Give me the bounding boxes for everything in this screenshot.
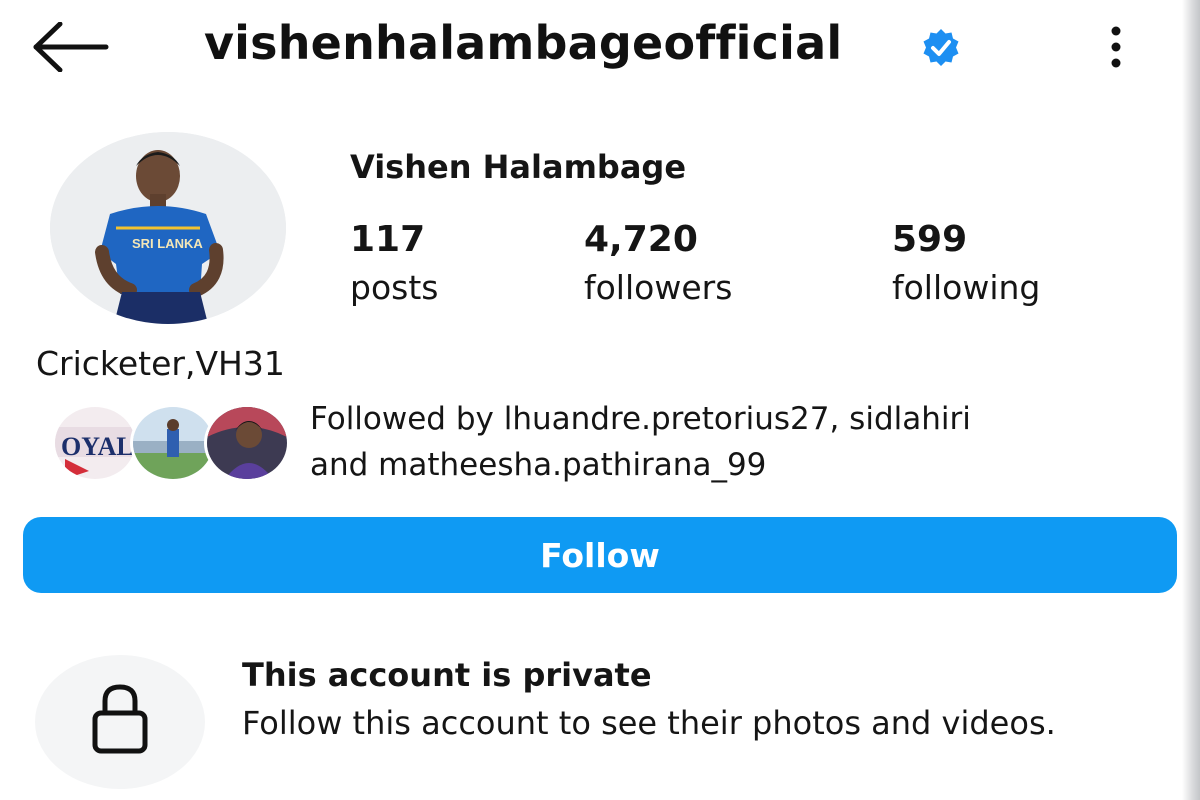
follow-button[interactable]: Follow [23,517,1177,593]
profile-username: vishenhalambageofficial [204,16,843,70]
followed-by-text[interactable]: Followed by lhuandre.pretorius27, sidlah… [310,396,1180,488]
profile-bio: Cricketer,VH31 [36,344,285,383]
arrow-left-icon [33,21,109,73]
following-stat[interactable]: 599 following [892,216,1040,312]
following-count: 599 [892,219,968,260]
svg-text:OYALS: OYALS [61,432,135,461]
profile-avatar[interactable]: SRI LANKA [50,132,286,324]
posts-label: posts [350,268,439,307]
private-account-description: Follow this account to see their photos … [242,704,1056,742]
mutual-followers-avatars[interactable]: OYALS [52,404,290,482]
edge-strip [1182,0,1200,800]
followers-label: followers [584,268,733,307]
profile-full-name: Vishen Halambage [350,148,687,186]
lock-icon-container [35,655,205,789]
svg-text:SRI LANKA: SRI LANKA [132,236,203,251]
verified-badge-icon [920,27,962,69]
back-button[interactable] [30,21,112,73]
posts-count: 117 [350,219,426,260]
followed-by-line: and matheesha.pathirana_99 [310,447,767,483]
followers-count: 4,720 [584,219,698,260]
following-label: following [892,268,1041,307]
posts-stat[interactable]: 117 posts [350,216,438,312]
private-account-title: This account is private [242,656,652,694]
followers-stat[interactable]: 4,720 followers [584,216,732,312]
more-options-button[interactable] [1098,24,1134,70]
followed-by-line: Followed by lhuandre.pretorius27, sidlah… [310,401,971,437]
more-vertical-icon [1111,26,1121,68]
mutual-follower-avatar [204,404,290,482]
profile-screen: vishenhalambageofficial SRI LANKA Vishen… [0,0,1200,800]
mutual-follower-avatar: OYALS [52,404,138,482]
lock-icon [92,684,148,754]
